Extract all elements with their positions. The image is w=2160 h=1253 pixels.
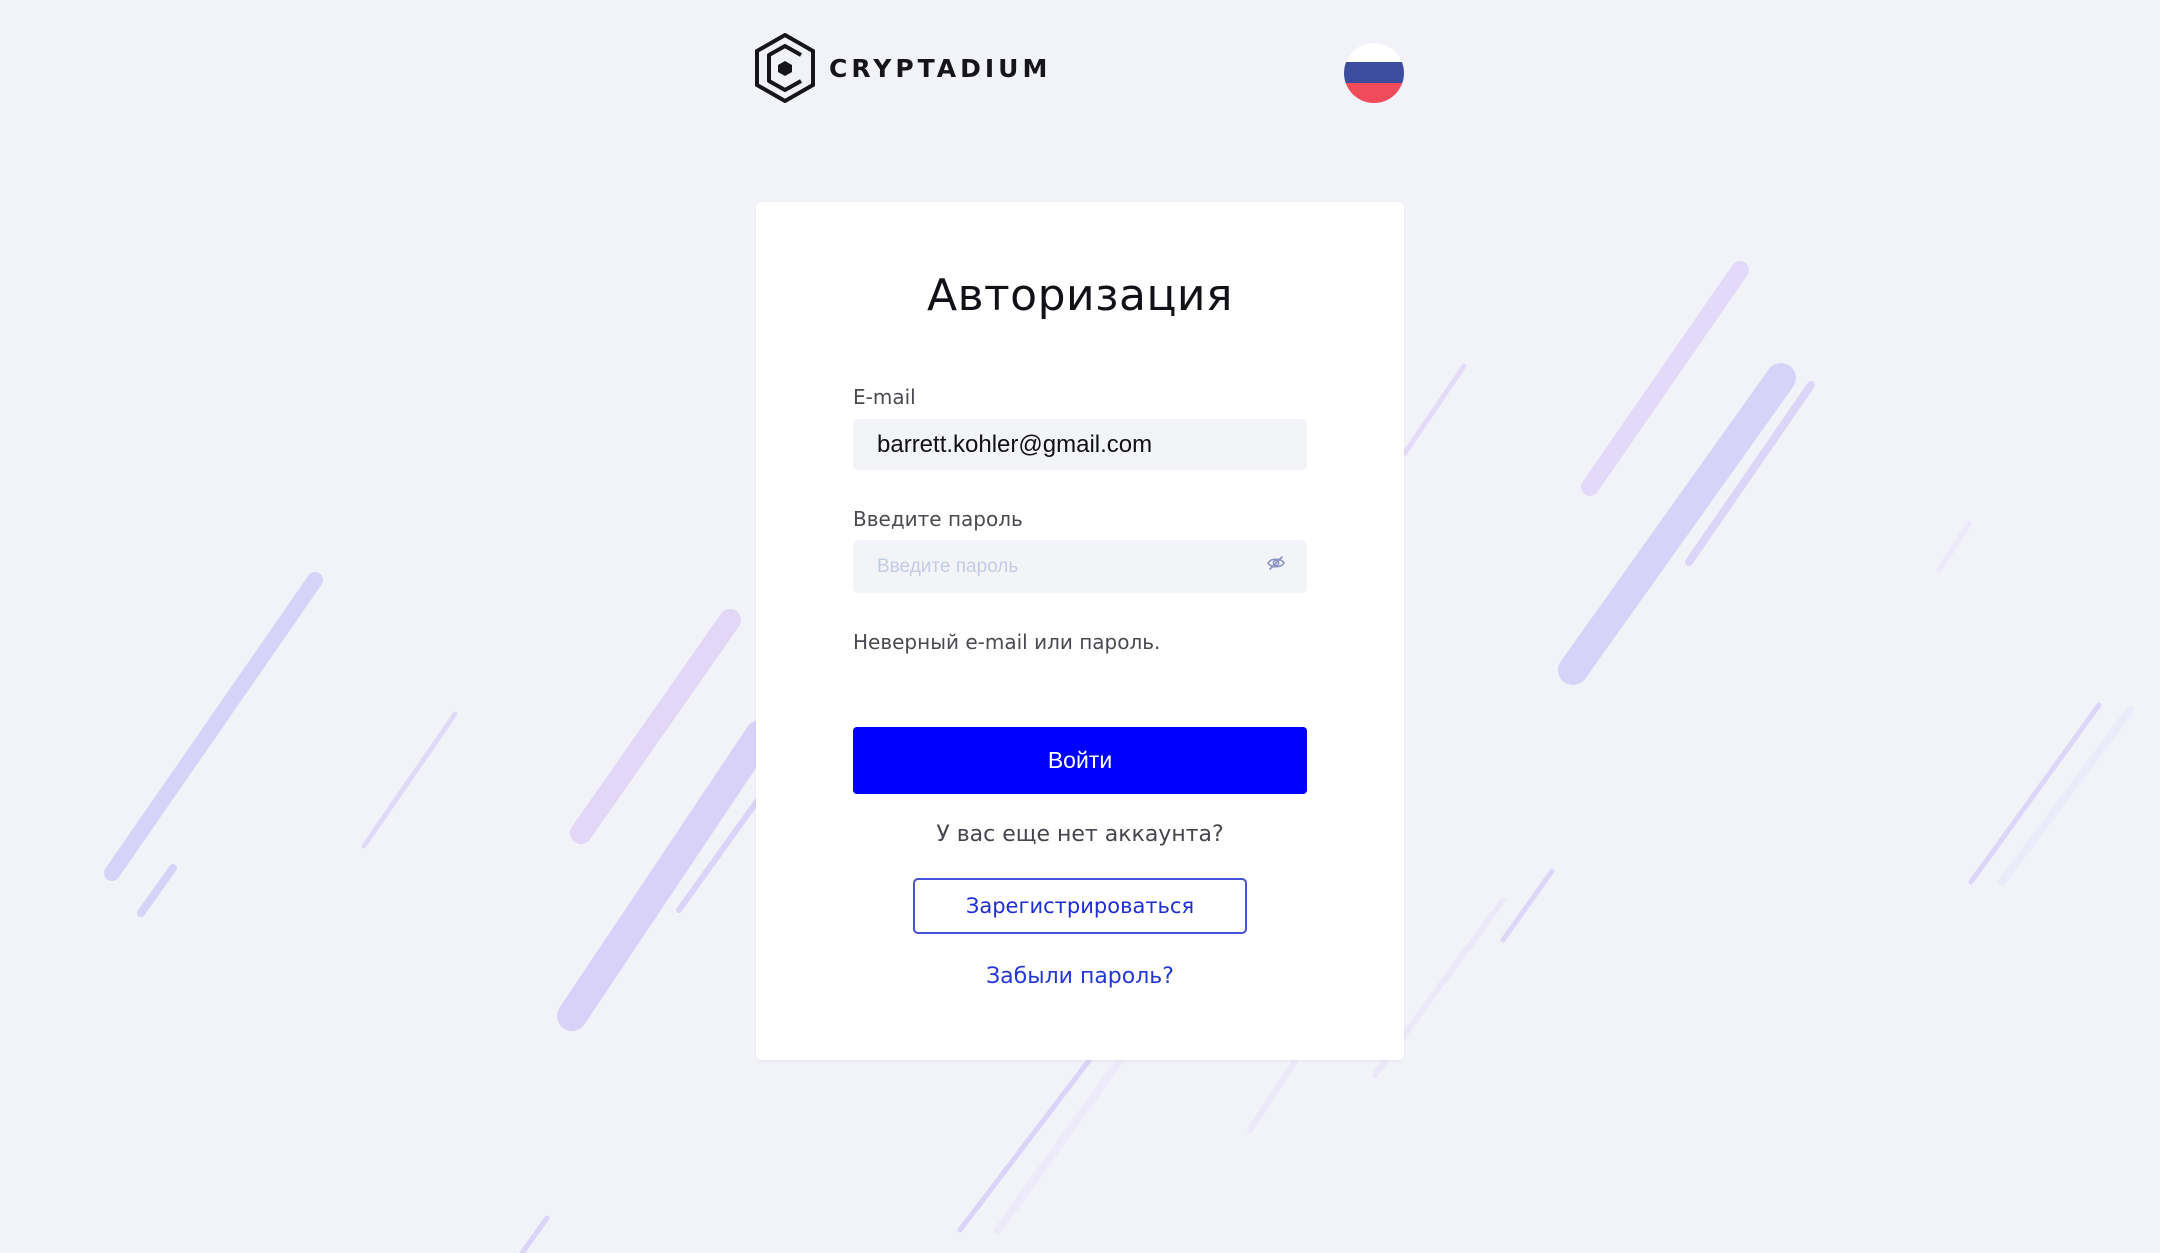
email-input[interactable] (853, 419, 1307, 470)
password-input[interactable] (853, 540, 1307, 593)
forgot-password-link[interactable]: Забыли пароль? (853, 964, 1307, 989)
brand-name: CRYPTADIUM (829, 53, 1052, 83)
language-flag-russia[interactable] (1343, 42, 1405, 104)
register-button[interactable]: Зарегистрироваться (913, 878, 1247, 934)
login-button[interactable]: Войти (853, 727, 1307, 794)
page-title: Авторизация (927, 270, 1233, 321)
email-label: E-mail (853, 385, 916, 409)
brand-logo[interactable]: CRYPTADIUM (754, 33, 1051, 103)
error-message: Неверный e-mail или пароль. (853, 630, 1161, 654)
hexagon-c-logo-icon (755, 33, 815, 103)
eye-slash-icon[interactable] (1266, 553, 1286, 573)
password-label: Введите пароль (853, 507, 1023, 531)
no-account-text: У вас еще нет аккаунта? (936, 822, 1224, 847)
